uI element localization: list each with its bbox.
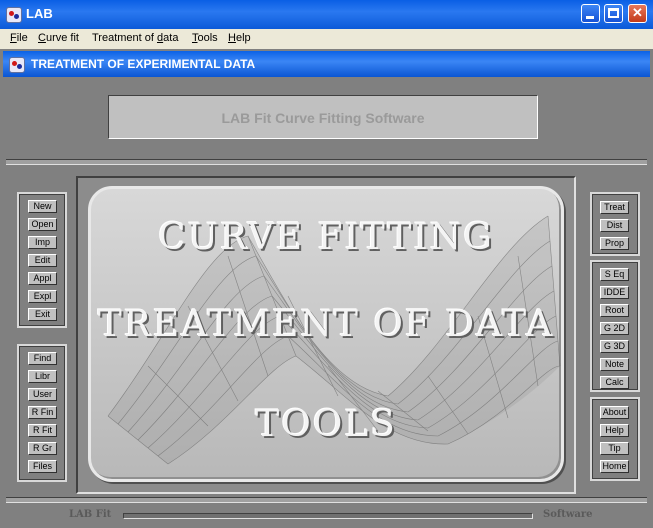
left-bottom-panel: Find Libr User R Fin R Fit R Gr Files [17,344,67,482]
window-titlebar[interactable]: LAB [0,0,653,29]
menu-help[interactable]: Help [228,32,251,44]
imp-button[interactable]: Imp [28,236,57,249]
minimize-button[interactable] [581,4,600,23]
banner-text: LAB Fit Curve Fitting Software [221,110,425,126]
status-right-text: Software [543,509,593,520]
top-separator [6,159,647,165]
splash-line-treatment-of-data: TREATMENT OF DATA [97,304,555,345]
r-fit-button[interactable]: R Fit [28,424,57,437]
menu-treatment-of-data[interactable]: Treatment of data [92,32,178,44]
maximize-button[interactable] [604,4,623,23]
menu-bar: File Curve fit Treatment of data Tools H… [0,29,653,49]
about-button[interactable]: About [600,406,629,419]
menu-curve-fit[interactable]: Curve fit [38,32,79,44]
splash-frame: CURVE FITTING TREATMENT OF DATA TOOLS [76,176,576,494]
splash-image: CURVE FITTING TREATMENT OF DATA TOOLS [88,186,564,482]
status-progress-track [123,513,533,519]
r-gr-button[interactable]: R Gr [28,442,57,455]
treat-button[interactable]: Treat [600,201,629,214]
status-left-text: LAB Fit [69,509,112,520]
s-eq-button[interactable]: S Eq [600,268,629,281]
bottom-separator [6,497,647,503]
child-window-titlebar[interactable]: TREATMENT OF EXPERIMENTAL DATA [3,51,650,77]
menu-tools[interactable]: Tools [192,32,218,44]
dist-button[interactable]: Dist [600,219,629,232]
window-title: LAB [26,6,53,21]
banner-panel: LAB Fit Curve Fitting Software [108,95,538,139]
edit-button[interactable]: Edit [28,254,57,267]
main-workspace: LAB Fit Curve Fitting Software New Open … [3,77,650,525]
find-button[interactable]: Find [28,352,57,365]
root-button[interactable]: Root [600,304,629,317]
right-bottom-panel: About Help Tip Home [590,397,640,481]
appl-button[interactable]: Appl [28,272,57,285]
left-top-panel: New Open Imp Edit Appl Expl Exit [17,192,67,328]
tip-button[interactable]: Tip [600,442,629,455]
g-3d-button[interactable]: G 3D [600,340,629,353]
menu-file[interactable]: File [10,32,28,44]
prop-button[interactable]: Prop [600,237,629,250]
exit-button[interactable]: Exit [28,308,57,321]
open-button[interactable]: Open [28,218,57,231]
libr-button[interactable]: Libr [28,370,57,383]
right-top-panel: Treat Dist Prop [590,192,640,256]
note-button[interactable]: Note [600,358,629,371]
child-window-title: TREATMENT OF EXPERIMENTAL DATA [31,57,256,71]
home-button[interactable]: Home [600,460,629,473]
calc-button[interactable]: Calc [600,376,629,389]
new-button[interactable]: New [28,200,57,213]
g-2d-button[interactable]: G 2D [600,322,629,335]
idde-button[interactable]: IDDE [600,286,629,299]
help-button[interactable]: Help [600,424,629,437]
splash-line-tools: TOOLS [255,404,397,445]
app-icon[interactable] [6,7,22,23]
expl-button[interactable]: Expl [28,290,57,303]
right-mid-panel: S Eq IDDE Root G 2D G 3D Note Calc [590,260,640,392]
files-button[interactable]: Files [28,460,57,473]
status-bar: LAB Fit Software [3,505,650,525]
r-fin-button[interactable]: R Fin [28,406,57,419]
splash-line-curve-fitting: CURVE FITTING [158,217,494,258]
user-button[interactable]: User [28,388,57,401]
close-button[interactable] [628,4,647,23]
child-app-icon[interactable] [9,57,25,73]
